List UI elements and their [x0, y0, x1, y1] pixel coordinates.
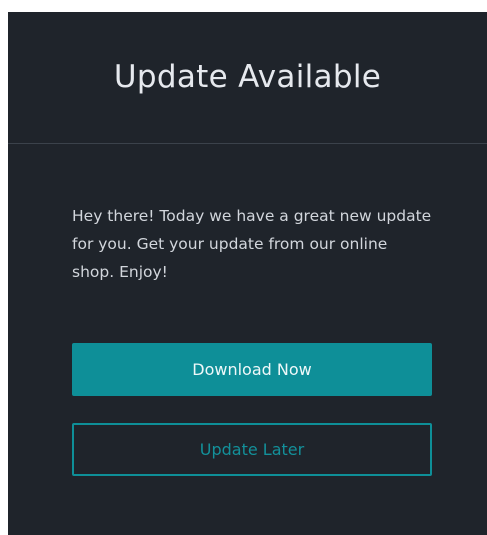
- download-now-button[interactable]: Download Now: [72, 343, 432, 396]
- dialog-header: Update Available: [8, 12, 487, 144]
- update-dialog: Update Available Hey there! Today we hav…: [8, 12, 487, 535]
- dialog-title: Update Available: [113, 58, 382, 95]
- dialog-message: Hey there! Today we have a great new upd…: [72, 207, 432, 281]
- update-later-button[interactable]: Update Later: [72, 423, 432, 476]
